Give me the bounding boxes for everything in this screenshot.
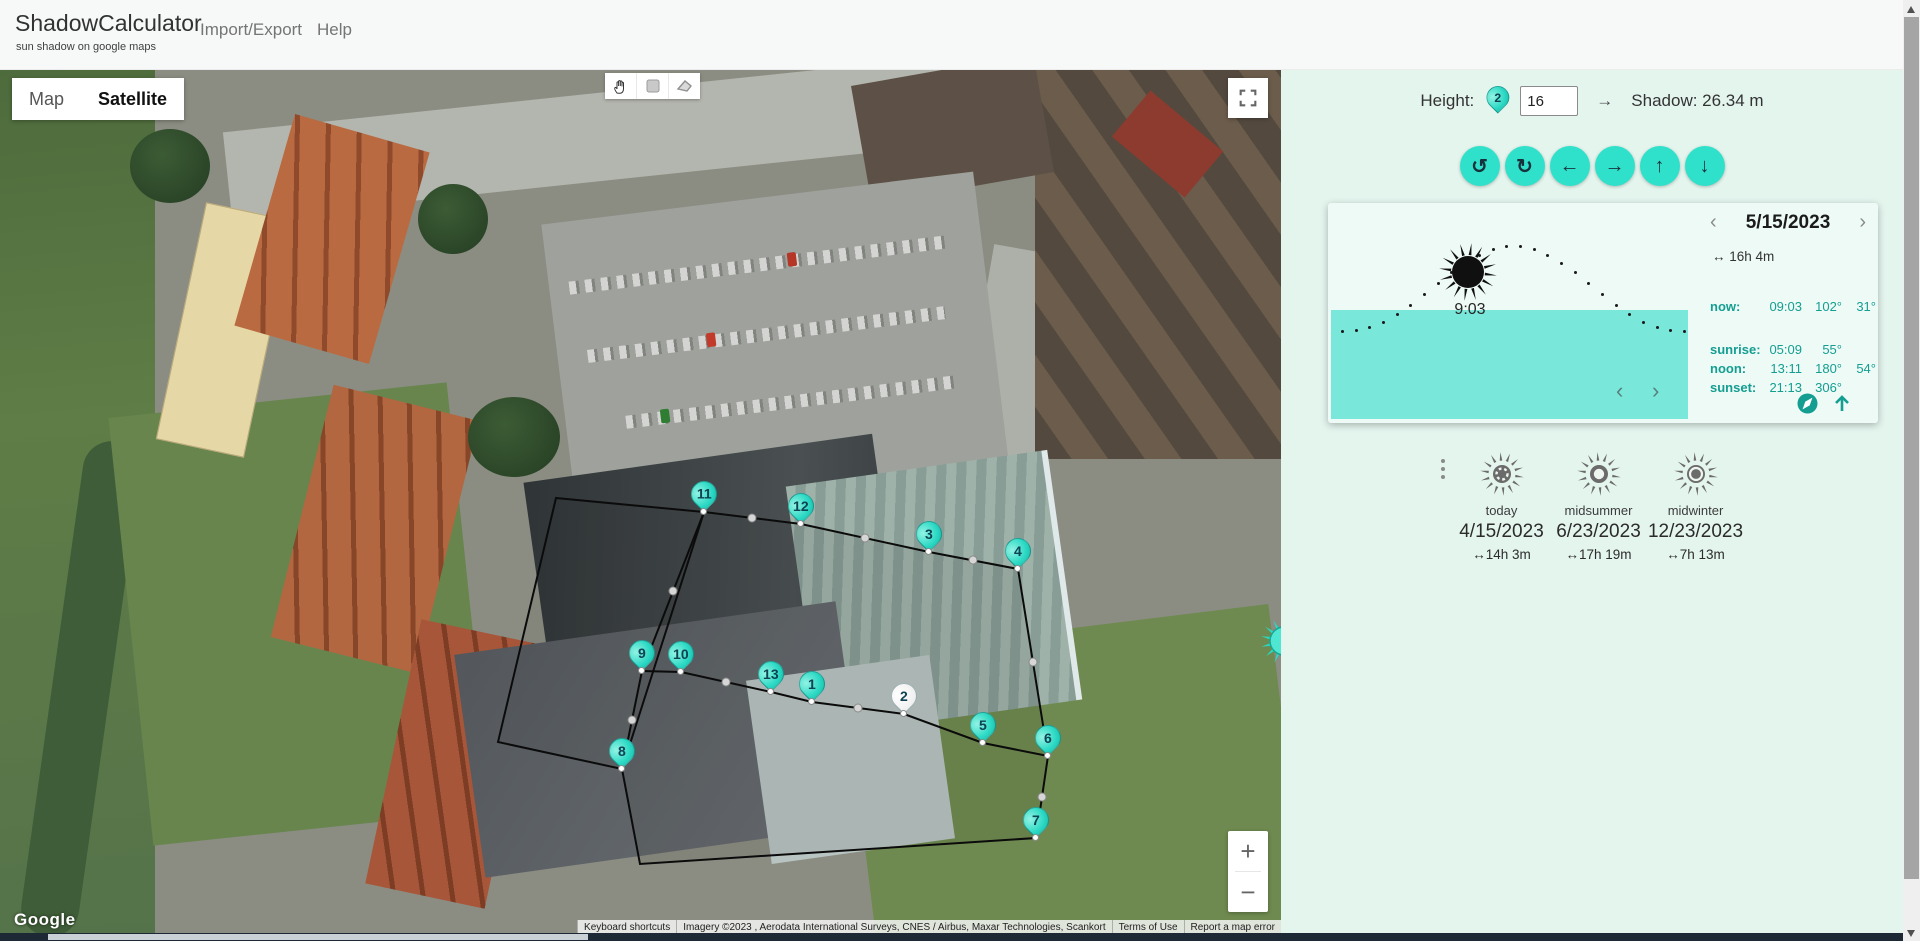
shadow-length-value: Shadow: 26.34 m [1631, 91, 1764, 110]
arrow-right-icon: → [1604, 154, 1625, 177]
map-marker[interactable]: 13 [752, 655, 790, 697]
more-options-icon[interactable] [1433, 459, 1453, 479]
rotate-cw-button[interactable]: ↻ [1504, 146, 1545, 186]
menu-help[interactable]: Help [317, 20, 352, 40]
map-marker[interactable]: 5 [964, 706, 1002, 748]
menu-import-export[interactable]: Import/Export [200, 20, 302, 40]
now-row: now: 09:03 102° 31° [1710, 299, 1876, 314]
zoom-out-button[interactable]: − [1228, 872, 1268, 912]
map-marker[interactable]: 1 [793, 665, 831, 707]
move-right-button[interactable]: → [1594, 146, 1635, 186]
next-day-chevron[interactable]: › [1859, 211, 1866, 234]
polygon-tool-button[interactable] [669, 73, 700, 99]
sun-dot-icon [1673, 452, 1718, 496]
arrow-left-icon: ← [1559, 154, 1580, 177]
horizontal-scrollbar[interactable] [0, 933, 1903, 941]
map-type-map-button[interactable]: Map [12, 78, 82, 120]
vertical-scrollbar[interactable] [1903, 0, 1920, 941]
pan-tool-button[interactable] [605, 73, 637, 99]
map-marker[interactable]: 4 [999, 532, 1037, 574]
height-input[interactable] [1520, 86, 1579, 116]
fullscreen-button[interactable] [1228, 78, 1268, 118]
map-type-satellite-button[interactable]: Satellite [81, 78, 185, 120]
card-action-icons [1797, 393, 1852, 414]
map-marker[interactable]: 8 [603, 732, 641, 774]
zoom-control: + − [1228, 831, 1268, 912]
app-subtitle: sun shadow on google maps [16, 41, 157, 53]
selected-marker-pin: 2 [1481, 81, 1515, 116]
map-marker[interactable]: 6 [1029, 719, 1067, 761]
map-canvas[interactable]: 11 12 3 4 9 10 13 1 2 5 6 8 7 Map Satellite + [0, 69, 1281, 941]
drawing-toolbar [605, 73, 700, 99]
preset-midwinter[interactable]: midwinter 12/23/2023 ↔7h 13m [1647, 451, 1744, 562]
date-navigator: ‹ 5/15/2023 › [1710, 211, 1866, 234]
compass-icon[interactable] [1797, 393, 1818, 414]
scroll-down-arrow-icon[interactable] [1907, 930, 1915, 937]
move-left-button[interactable]: ← [1549, 146, 1590, 186]
noon-row: noon: 13:11 180° 54° [1710, 361, 1876, 376]
sun-ring-icon [1576, 452, 1621, 496]
arrow-right-icon: → [1596, 91, 1614, 110]
current-sun-icon[interactable] [1438, 242, 1498, 302]
prev-day-chevron[interactable]: ‹ [1710, 211, 1717, 234]
time-step-forward-chevron[interactable]: › [1652, 380, 1659, 402]
day-length-value: ↔ 16h 4m [1712, 249, 1775, 264]
map-marker[interactable]: 7 [1017, 801, 1055, 843]
sunrise-row: sunrise: 05:09 55° [1710, 342, 1842, 357]
map-marker[interactable]: 10 [662, 635, 700, 677]
arrow-down-icon: ↓ [1699, 154, 1710, 177]
date-presets: today 4/15/2023 ↔14h 3m midsummer 6/23/2… [1433, 451, 1744, 562]
map-marker[interactable]: 9 [623, 634, 661, 676]
move-rotate-controls: ↺ ↻ ← → ↑ ↓ [1281, 146, 1903, 186]
map-marker[interactable]: 12 [782, 487, 820, 529]
move-up-button[interactable]: ↑ [1639, 146, 1680, 186]
map-marker[interactable]: 11 [685, 475, 723, 517]
app-header: ShadowCalculator sun shadow on google ma… [0, 0, 1920, 70]
preset-today[interactable]: today 4/15/2023 ↔14h 3m [1453, 451, 1550, 562]
map-type-control: Map Satellite [12, 78, 185, 120]
map-marker[interactable]: 2 [885, 677, 923, 719]
time-step-back-chevron[interactable]: ‹ [1616, 380, 1623, 402]
zoom-in-button[interactable]: + [1228, 831, 1268, 871]
rectangle-tool-button[interactable] [637, 73, 669, 99]
height-label: Height: [1420, 91, 1475, 110]
current-time-label: 9:03 [1454, 301, 1486, 318]
hand-icon [614, 79, 624, 94]
rotate-cw-icon: ↻ [1516, 155, 1533, 178]
google-logo: Google [14, 910, 76, 929]
arrow-up-icon: ↑ [1654, 154, 1665, 177]
app-title: ShadowCalculator [15, 10, 202, 36]
move-down-button[interactable]: ↓ [1684, 146, 1725, 186]
selected-date[interactable]: 5/15/2023 [1746, 212, 1831, 234]
height-row: Height: 2 → Shadow: 26.34 m [1281, 81, 1903, 118]
rotate-ccw-icon: ↺ [1471, 155, 1488, 178]
sun-crosshair-icon [1479, 452, 1524, 496]
rectangle-icon [646, 79, 659, 93]
scroll-up-arrow-icon[interactable] [1907, 6, 1915, 13]
polygon-icon [676, 80, 692, 92]
fullscreen-icon [1239, 89, 1257, 107]
sun-day-card: 9:03 ‹ › ‹ 5/15/2023 › ↔ 16h 4m now: 09:… [1328, 203, 1878, 423]
rotate-ccw-button[interactable]: ↺ [1459, 146, 1500, 186]
arrow-up-icon[interactable] [1832, 393, 1852, 414]
horizontal-scrollbar-thumb[interactable] [48, 934, 588, 940]
vertical-scrollbar-thumb[interactable] [1904, 17, 1919, 879]
map-marker[interactable]: 3 [910, 515, 948, 557]
preset-midsummer[interactable]: midsummer 6/23/2023 ↔17h 19m [1550, 451, 1647, 562]
sun-position-icon[interactable] [1260, 617, 1281, 665]
control-panel: Height: 2 → Shadow: 26.34 m ↺ ↻ ← → ↑ ↓ … [1281, 69, 1903, 941]
